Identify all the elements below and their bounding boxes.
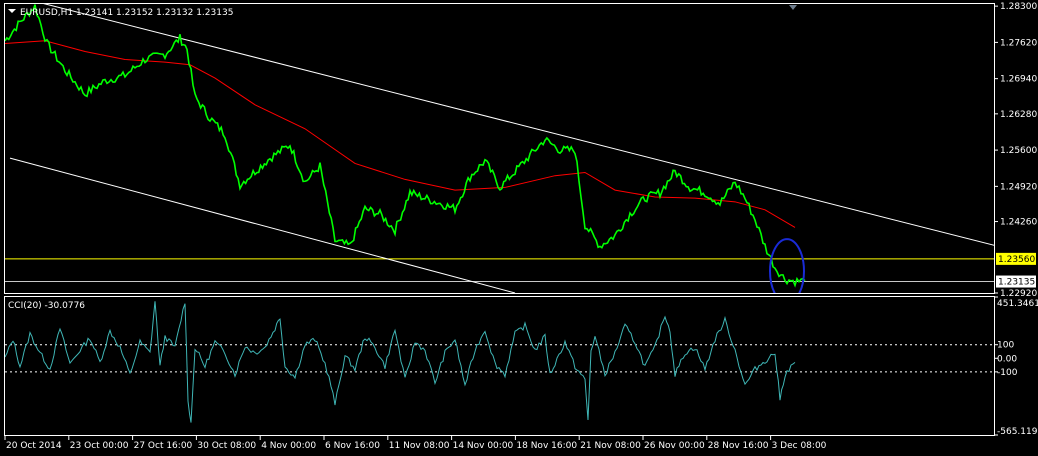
price-tick-label: 1.26940	[1000, 75, 1037, 85]
time-tick-label: 28 Nov 16:00	[708, 441, 769, 451]
time-tick-label: 26 Nov 00:00	[644, 441, 705, 451]
time-tick-label: 18 Nov 16:00	[516, 441, 577, 451]
indicator-header: CCI(20) -30.0776	[8, 301, 85, 311]
price-tick-label: 1.24260	[1000, 218, 1037, 228]
time-tick-label: 4 Nov 00:00	[261, 441, 316, 451]
time-tick-label: 14 Nov 00:00	[453, 441, 514, 451]
current-price-label: 1.23135	[998, 278, 1035, 288]
time-tick-label: 11 Nov 08:00	[389, 441, 450, 451]
background	[0, 0, 1038, 456]
price-tick-label: 1.26280	[1000, 110, 1037, 120]
price-tick-label: 1.27620	[1000, 38, 1037, 48]
price-axis: 1.28300 1.27620 1.26940 1.26280 1.25600 1.249…	[994, 2, 1037, 299]
cci-tick-label: 451.3461	[997, 299, 1038, 309]
time-tick-label: 6 Nov 16:00	[325, 441, 380, 451]
support-price-label: 1.23560	[998, 255, 1035, 265]
time-tick-label: 30 Oct 08:00	[197, 441, 256, 451]
main-header: EURUSD,H1 1.23141 1.23152 1.23132 1.2313…	[20, 8, 233, 18]
time-tick-label: 20 Oct 2014	[6, 441, 62, 451]
time-tick-label: 23 Oct 00:00	[70, 441, 129, 451]
price-tick-label: 1.28300	[1000, 2, 1037, 12]
time-tick-label: 21 Nov 08:00	[580, 441, 641, 451]
cci-tick-label: 100	[997, 341, 1014, 351]
cci-tick-label: -565.1197	[997, 427, 1038, 437]
price-tick-label: 1.25600	[1000, 146, 1037, 156]
price-tick-label: 1.22920	[1000, 289, 1037, 299]
time-tick-label: 3 Dec 08:00	[772, 441, 827, 451]
price-tick-label: 1.24920	[1000, 182, 1037, 192]
chart-canvas[interactable]: 1.28300 1.27620 1.26940 1.26280 1.25600 1.249…	[0, 0, 1038, 456]
time-tick-label: 27 Oct 16:00	[134, 441, 193, 451]
cci-tick-label: 0.00	[997, 354, 1017, 364]
cci-tick-label: -100	[997, 368, 1018, 378]
